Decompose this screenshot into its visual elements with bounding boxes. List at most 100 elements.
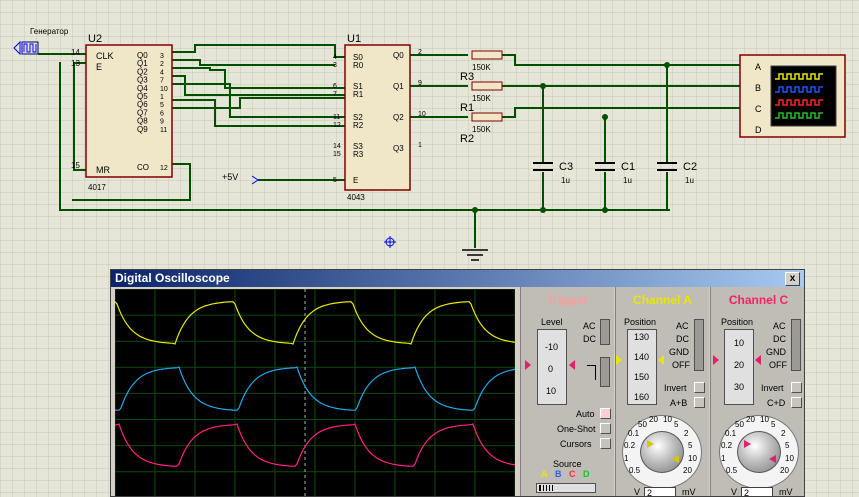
u2-pin-num-3: 3 (160, 53, 164, 60)
u2-pin-q9: Q9 (137, 125, 148, 134)
channel-c-marker-right-icon (755, 355, 761, 365)
channel-c-marker-icon (713, 355, 719, 365)
channel-a-unit-left: V (634, 487, 641, 497)
u1-pin-num-5: 5 (333, 177, 337, 184)
u2-pin-num-10: 10 (160, 86, 168, 93)
channel-c-mode-gnd: GND (766, 347, 786, 357)
channel-c-mode-switch[interactable] (791, 319, 801, 371)
channel-a-value-field[interactable]: 2 (644, 487, 676, 496)
channel-a-dial-tick: 0.5 (629, 466, 641, 475)
channel-a-mode-off: OFF (672, 360, 690, 370)
channel-c-value-field[interactable]: 2 (741, 487, 773, 496)
u1-pin-e: E (353, 176, 358, 185)
channel-c-combine-button[interactable] (791, 397, 802, 408)
channel-c-unit-left: V (731, 487, 738, 497)
trigger-level-marker-icon (525, 360, 531, 370)
source-channel-b[interactable]: B (555, 469, 562, 479)
channel-a-dial-tick: 20 (683, 466, 692, 475)
channel-c-dial-tick: 2 (781, 429, 786, 438)
channel-a-position-slider[interactable]: 130 140 150 160 (627, 329, 657, 405)
capacitor-c3-ref: C3 (559, 161, 573, 173)
scope-channel-b: B (755, 83, 761, 93)
u1-pin-num-6: 6 (333, 83, 337, 90)
resistor-r3-ref: R3 (460, 71, 474, 83)
channel-c-mode-ac: AC (773, 321, 786, 331)
cursors-button[interactable] (600, 438, 611, 449)
trigger-coupling-switch[interactable] (600, 319, 610, 345)
u2-pin-num-9: 9 (160, 119, 164, 126)
channel-c-dial-tick: 20 (780, 466, 789, 475)
source-channel-row: ABCD (541, 469, 601, 480)
source-channel-c[interactable]: C (569, 469, 576, 479)
channel-a-position-label: Position (624, 317, 657, 327)
u2-pin-num-13: 13 (71, 59, 80, 68)
trigger-tick-10: 10 (546, 386, 557, 396)
trigger-edge-switch[interactable] (600, 357, 610, 387)
auto-button[interactable] (600, 408, 611, 419)
edge-icon (587, 365, 596, 380)
channel-a-mode-switch[interactable] (694, 319, 704, 371)
source-slider-thumb[interactable] (539, 485, 553, 491)
resistor-top-value: 150K (472, 63, 491, 72)
channel-c-mode-dc: DC (773, 334, 786, 344)
channel-c-dial-tick: 0.5 (726, 466, 738, 475)
u1-pin-num-12: 12 (333, 122, 341, 129)
u2-ref: U2 (88, 33, 102, 45)
u1-pin-num-15: 15 (333, 151, 341, 158)
u2-pin-num-1: 1 (160, 94, 164, 101)
channel-c-mode-off: OFF (769, 360, 787, 370)
channel-c-volts-knob[interactable] (737, 431, 781, 473)
channel-a-combine-button[interactable] (694, 397, 705, 408)
channel-a-title: Channel A (633, 293, 692, 307)
channel-a-dial-tick: 0.2 (624, 441, 636, 450)
channel-c-invert-button[interactable] (791, 382, 802, 393)
u1-pin-num-3: 3 (333, 62, 337, 69)
channel-c-combine-label: C+D (767, 398, 786, 408)
u1-pin-q3: Q3 (393, 144, 404, 153)
channel-a-unit-right: mV (682, 487, 696, 497)
trigger-panel: Trigger Level -10 0 10 AC DC Auto One-Sh… (520, 287, 614, 496)
u1-ref: U1 (347, 33, 361, 45)
source-channel-a[interactable]: A (541, 469, 548, 479)
channel-a-marker-icon (616, 355, 622, 365)
u2-chip[interactable]: U2 4017 CLK E MR 14 13 15 Q0 3Q1 2Q2 4Q3 7Q4… (71, 33, 173, 192)
oneshot-button[interactable] (600, 423, 611, 434)
channel-a-mode-dc: DC (676, 334, 689, 344)
channel-a-marker-right-icon (658, 355, 664, 365)
close-button[interactable]: x (785, 272, 800, 286)
channel-a-dial-tick: 5 (674, 420, 679, 429)
trigger-dc-label: DC (583, 334, 596, 344)
channel-a-dial-tick: 2 (684, 429, 689, 438)
channel-c-dial-tick: 5 (771, 420, 776, 429)
source-channel-d[interactable]: D (583, 469, 590, 479)
channel-a-invert-button[interactable] (694, 382, 705, 393)
scope-screen[interactable] (115, 289, 515, 497)
channel-c-dial-tick: 10 (760, 415, 769, 424)
capacitor-c2-ref: C2 (683, 161, 697, 173)
scope-channel-c: C (755, 104, 762, 114)
trigger-level-slider[interactable]: -10 0 10 (537, 329, 567, 405)
scope-control-panel: Trigger Level -10 0 10 AC DC Auto One-Sh… (520, 287, 804, 497)
channel-a-knob-pointer-icon (647, 440, 654, 448)
auto-label: Auto (576, 409, 595, 419)
source-slider[interactable] (536, 483, 596, 493)
channel-a-dial-tick: 5 (688, 441, 693, 450)
u2-pin-num-7: 7 (160, 78, 164, 85)
channel-a-volts-knob[interactable] (640, 431, 684, 473)
oscilloscope-window[interactable]: Digital Oscilloscope x Trigger Level -10… (110, 269, 805, 497)
scope-instrument[interactable]: A B C D (739, 54, 846, 138)
channel-c-position-slider[interactable]: 10 20 30 (724, 329, 754, 405)
scope-channel-d: D (755, 125, 762, 135)
u2-pin-num-15: 15 (71, 161, 80, 170)
channel-c-dial-tick: 1 (721, 454, 726, 463)
u1-pin-num-10: 10 (418, 111, 426, 118)
capacitor-c1-ref: C1 (621, 161, 635, 173)
trigger-ac-label: AC (583, 321, 596, 331)
u1-pin-r3: R3 (353, 150, 364, 159)
capacitor-c2-value: 1u (685, 176, 694, 185)
oscilloscope-title-bar[interactable]: Digital Oscilloscope x (111, 270, 804, 287)
channel-c-knob-pointer-right-icon (769, 455, 776, 463)
scope-channel-a: A (755, 62, 761, 72)
channel-c-dial-tick: 5 (785, 441, 790, 450)
channel-a-dial-tick: 1 (624, 454, 629, 463)
